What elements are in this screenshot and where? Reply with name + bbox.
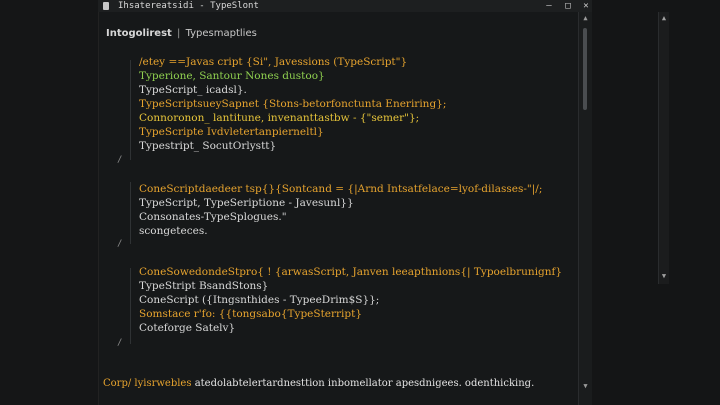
- side-panel: ▲ ▼: [592, 0, 720, 405]
- code-line[interactable]: TypeScriptsueySapnet {Stons-betorfonctun…: [139, 98, 446, 111]
- app-window: Ihsatereatsidi - TypeSlont — □ ✕ Intogol…: [0, 0, 720, 405]
- scrollbar-thumb[interactable]: [583, 28, 587, 110]
- code-line[interactable]: TypeScript, TypeSeriptione - Javesunl}}: [139, 197, 354, 210]
- title-bar: Ihsatereatsidi - TypeSlont — □ ✕: [98, 0, 592, 12]
- breadcrumb-separator: |: [177, 28, 181, 39]
- app-icon: [103, 2, 109, 10]
- status-bar: Corp/ lyisrwebles atedolabtelertardnestt…: [98, 375, 578, 393]
- window-title: Ihsatereatsidi - TypeSlont: [118, 1, 259, 11]
- code-line[interactable]: ConeScriptdaedeer tsp{}{Sontcand = {|Arn…: [139, 183, 542, 196]
- panel-scrollbar[interactable]: ▲ ▼: [658, 12, 669, 284]
- code-line[interactable]: Consonates-TypeSplogues.": [139, 211, 287, 224]
- close-button[interactable]: ✕: [580, 0, 592, 12]
- panel-scroll-down-icon[interactable]: ▼: [659, 272, 669, 280]
- scroll-down-arrow-icon[interactable]: ▼: [579, 382, 592, 390]
- scroll-up-arrow-icon[interactable]: ▲: [579, 14, 592, 22]
- status-right: atedolabtelertardnesttion inbomellator a…: [194, 378, 535, 389]
- fold-marker[interactable]: /: [117, 239, 122, 249]
- code-line[interactable]: ConeScript ({Itngsnthides - TypeeDrim$S}…: [139, 294, 379, 307]
- minimize-button[interactable]: —: [543, 0, 555, 12]
- code-line[interactable]: TypeScripte Ivdvletertanpierneltl}: [139, 126, 324, 139]
- code-line[interactable]: TypeStript BsandStons}: [139, 280, 268, 293]
- fold-marker[interactable]: /: [117, 338, 122, 348]
- code-line[interactable]: Connoronon_ lantitune, invenanttastbw - …: [139, 112, 419, 125]
- code-editor[interactable]: Intogolirest | Typesmaptlies / / / /etey…: [98, 12, 593, 405]
- indent-guide: [130, 60, 131, 160]
- code-line[interactable]: scongeteces.: [139, 225, 208, 238]
- code-line[interactable]: Typestript_ SocutOrlystt}: [139, 140, 276, 153]
- code-line[interactable]: ConeSowedondeStpro{ ! {arwasScript, Janv…: [139, 266, 562, 279]
- code-line[interactable]: Coteforge Satelv}: [139, 322, 235, 335]
- panel-scroll-up-icon[interactable]: ▲: [659, 14, 669, 22]
- editor-scrollbar[interactable]: ▲ ▼: [578, 12, 592, 405]
- breadcrumb-root[interactable]: Intogolirest: [106, 28, 172, 39]
- status-left: Corp/ lyisrwebles: [103, 378, 192, 389]
- breadcrumb: Intogolirest | Typesmaptlies: [106, 28, 257, 39]
- maximize-button[interactable]: □: [562, 0, 574, 12]
- code-line[interactable]: TypeScript_ icadsl}.: [139, 84, 247, 97]
- fold-marker[interactable]: /: [117, 155, 122, 165]
- breadcrumb-item[interactable]: Typesmaptlies: [186, 28, 257, 39]
- code-line[interactable]: /etey ==Javas cript {Si", Javessions (Ty…: [139, 56, 407, 69]
- code-line[interactable]: Typerione, Santour Nones dustoo}: [139, 70, 325, 83]
- indent-guide: [130, 182, 131, 244]
- indent-guide: [130, 268, 131, 344]
- code-line[interactable]: Somstace r'fo: {{tongsabo{TypeSterript}: [139, 308, 362, 321]
